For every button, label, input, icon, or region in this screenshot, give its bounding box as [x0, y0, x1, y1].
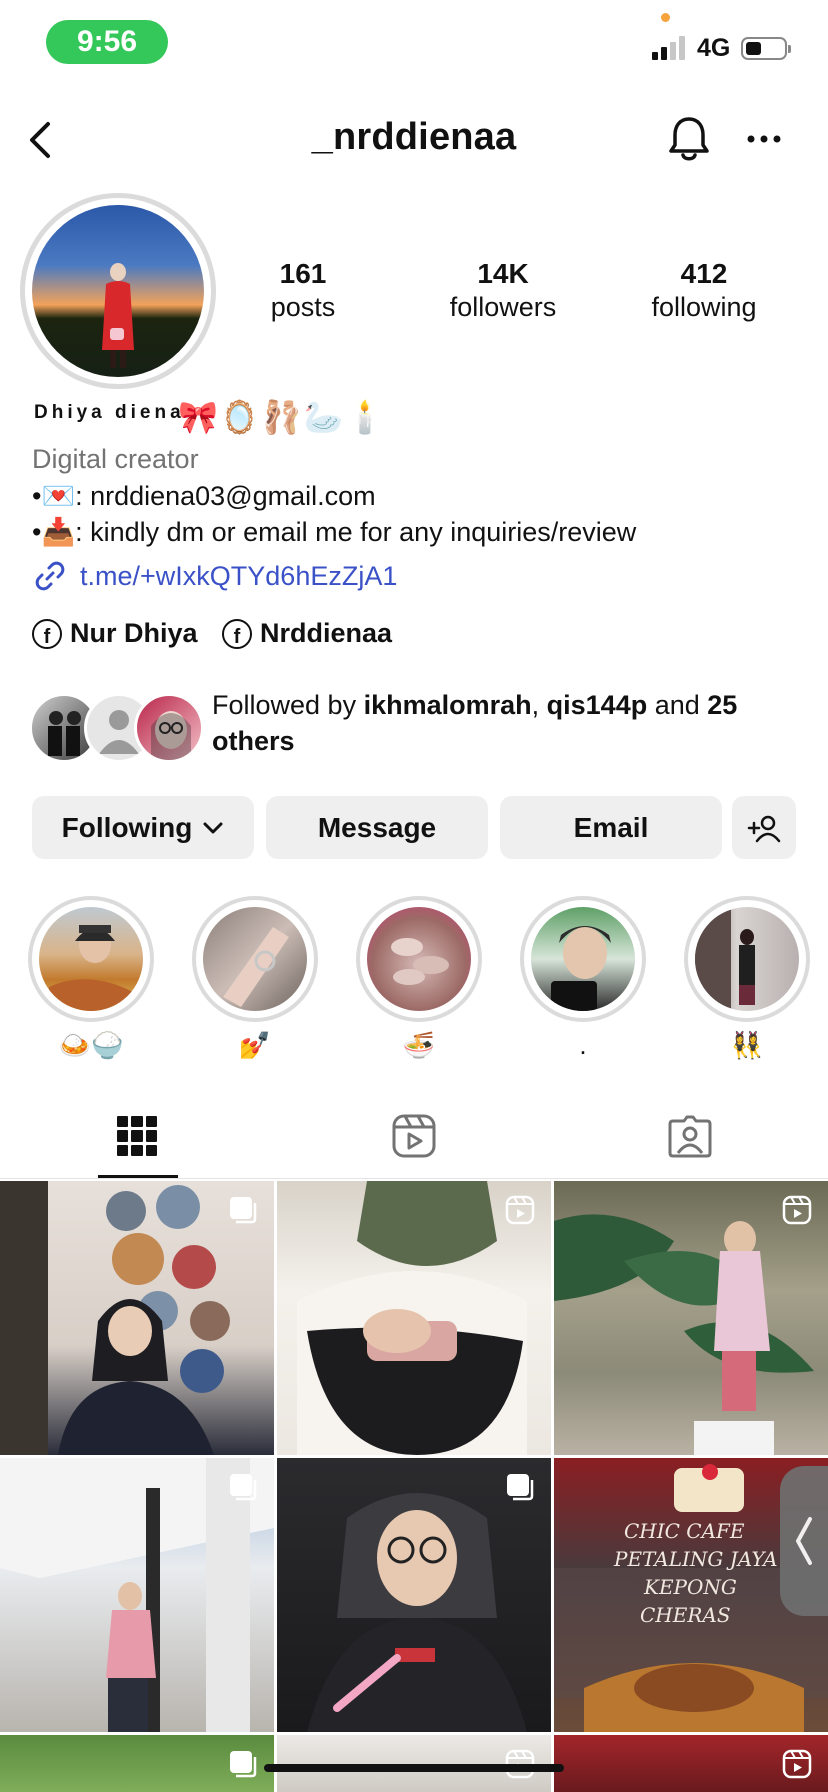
multiple-photos-icon [230, 1197, 257, 1224]
facebook-link-label: Nrddienaa [260, 618, 393, 648]
tabs-divider [0, 1178, 828, 1179]
followed-by-separator: , [531, 690, 547, 720]
followers-count[interactable]: 14K followers [418, 258, 588, 324]
followed-by-text[interactable]: Followed by ikhmalomrah, qis144p and 25 … [212, 687, 802, 759]
email-button-label: Email [573, 811, 649, 843]
message-button-label: Message [317, 811, 437, 843]
bio-line-email: •💌: nrddiena03@gmail.com [32, 481, 376, 511]
active-tab-indicator [98, 1175, 178, 1178]
post-thumbnail[interactable] [277, 1458, 551, 1732]
bio-link[interactable]: t.me/+wIxkQTYd6hEzZjA1 [32, 558, 397, 594]
highlight-label: . [579, 1030, 587, 1060]
post-thumbnail[interactable] [554, 1735, 828, 1792]
facebook-link-1[interactable]: f Nur Dhiya [32, 618, 198, 649]
facebook-icon: f [222, 618, 252, 649]
link-icon [35, 561, 65, 591]
tab-posts-grid[interactable] [107, 1108, 167, 1164]
add-person-icon [747, 815, 781, 842]
reels-icon [392, 1114, 436, 1158]
posts-count: 161 posts [218, 258, 388, 324]
post-thumbnail[interactable] [554, 1181, 828, 1455]
status-time: 9:56 [46, 20, 168, 64]
story-highlight[interactable] [192, 896, 318, 1022]
display-name-emojis: 🎀🪞🩰🦢🕯️ [178, 399, 388, 435]
post-thumbnail[interactable] [0, 1181, 274, 1455]
profile-avatar[interactable] [32, 205, 204, 377]
facebook-link-2[interactable]: f Nrddienaa [222, 618, 392, 649]
mutual-user-2: qis144p [546, 690, 648, 720]
suggested-users-button[interactable] [732, 796, 796, 859]
privacy-indicator-dot [661, 13, 670, 22]
posts-label: posts [270, 292, 336, 322]
cafe-sign-line: PETALING JAYA [613, 1547, 778, 1571]
post-thumbnail[interactable] [277, 1181, 551, 1455]
message-button[interactable]: Message [266, 796, 488, 859]
cafe-sign-line: KEPONG [643, 1575, 737, 1599]
reel-icon [782, 1749, 812, 1779]
battery-icon [741, 37, 791, 60]
story-highlight[interactable] [520, 896, 646, 1022]
multiple-photos-icon [230, 1751, 257, 1778]
highlight-label: 👯‍♀️ [730, 1030, 764, 1060]
followed-by-prefix: Followed by [212, 690, 364, 720]
cellular-signal-icon [652, 34, 688, 60]
highlight-label: 🍜 [402, 1030, 436, 1060]
multiple-photos-icon [507, 1474, 534, 1501]
following-button[interactable]: Following [32, 796, 254, 859]
followers-label: followers [449, 292, 557, 322]
tagged-person-icon [668, 1115, 712, 1158]
bio-line-inquiries: •📥: kindly dm or email me for any inquir… [32, 517, 637, 547]
chevron-down-icon [203, 822, 223, 833]
followed-by-and: and [647, 690, 708, 720]
story-highlight[interactable] [28, 896, 154, 1022]
story-highlight[interactable] [684, 896, 810, 1022]
profile-category: Digital creator [32, 444, 199, 474]
reel-icon [782, 1195, 812, 1225]
followers-value: 14K [477, 258, 529, 289]
chevron-left-icon [796, 1517, 812, 1565]
display-name: Dhiya diena [34, 402, 185, 423]
cafe-sign-line: CHIC CAFE [624, 1519, 745, 1543]
following-value: 412 [680, 258, 728, 289]
mutual-follower-avatar[interactable] [134, 693, 204, 763]
story-highlight[interactable] [356, 896, 482, 1022]
following-count[interactable]: 412 following [619, 258, 789, 324]
highlight-label: 💅 [238, 1030, 272, 1060]
reel-icon [505, 1195, 535, 1225]
mutual-user-1: ikhmalomrah [363, 690, 532, 720]
following-label: following [651, 292, 757, 322]
notification-bell-icon[interactable] [666, 114, 712, 164]
grid-icon [117, 1116, 157, 1156]
home-indicator[interactable] [264, 1764, 564, 1772]
network-type: 4G [697, 34, 731, 62]
post-thumbnail[interactable] [0, 1735, 274, 1792]
tab-reels[interactable] [384, 1108, 444, 1164]
facebook-link-label: Nur Dhiya [70, 618, 198, 648]
email-button[interactable]: Email [500, 796, 722, 859]
posts-value: 161 [279, 258, 327, 289]
more-options-icon[interactable] [744, 124, 784, 154]
side-panel-handle[interactable] [780, 1466, 828, 1616]
following-button-label: Following [61, 811, 193, 843]
bio-link-text: t.me/+wIxkQTYd6hEzZjA1 [80, 560, 398, 591]
highlight-label: 🍛🍚 [58, 1030, 124, 1060]
multiple-photos-icon [230, 1474, 257, 1501]
facebook-icon: f [32, 618, 62, 649]
post-thumbnail[interactable] [0, 1458, 274, 1732]
tab-tagged[interactable] [660, 1108, 720, 1164]
cafe-sign-line: CHERAS [640, 1603, 731, 1627]
